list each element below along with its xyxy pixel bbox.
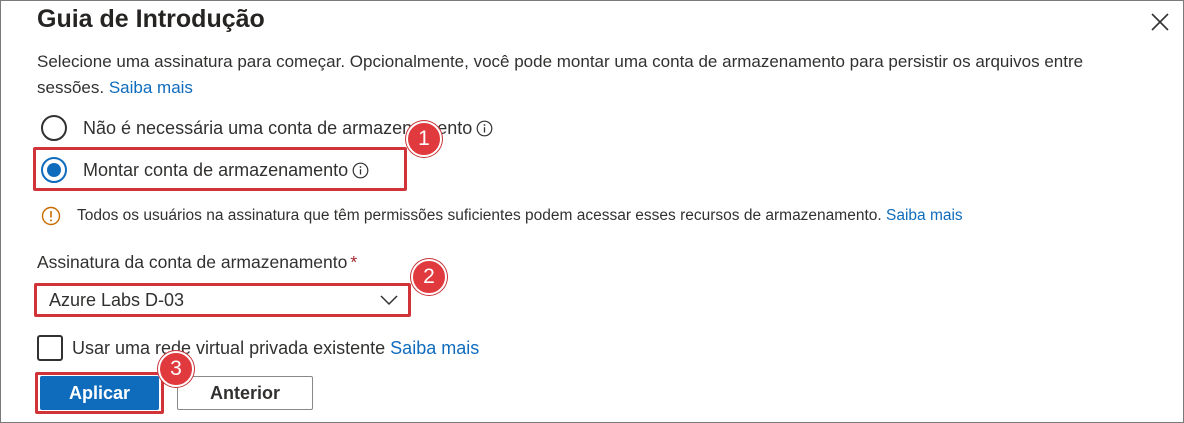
previous-button[interactable]: Anterior <box>177 376 313 410</box>
dialog-description: Selecione uma assinatura para começar. O… <box>37 49 1117 101</box>
storage-access-warning: Todos os usuários na assinatura que têm … <box>41 206 963 226</box>
vnet-label-text: Usar uma rede virtual privada existente <box>72 337 386 358</box>
highlight-box-subscription <box>34 283 411 317</box>
subscription-label-text: Assinatura da conta de armazenamento <box>37 252 348 272</box>
close-icon[interactable] <box>1149 11 1171 33</box>
info-icon[interactable] <box>476 120 493 137</box>
vnet-checkbox[interactable] <box>37 335 63 361</box>
warning-message: Todos os usuários na assinatura que têm … <box>77 207 882 224</box>
required-marker: * <box>350 252 358 272</box>
callout-badge-3: 3 <box>158 351 194 387</box>
subscription-field-label: Assinatura da conta de armazenamento * <box>37 252 357 273</box>
warning-info-icon <box>41 206 61 226</box>
warning-text: Todos os usuários na assinatura que têm … <box>77 207 963 225</box>
description-text: Selecione uma assinatura para começar. O… <box>37 52 1084 97</box>
dialog-title: Guia de Introdução <box>37 5 265 33</box>
callout-badge-2: 2 <box>411 259 447 295</box>
highlight-box-mount-storage <box>33 147 407 191</box>
callout-badge-1: 1 <box>406 121 442 157</box>
vnet-learn-more-link[interactable]: Saiba mais <box>390 338 479 358</box>
vnet-checkbox-label: Usar uma rede virtual privada existente … <box>72 338 479 359</box>
radio-button-no-storage[interactable] <box>41 115 67 141</box>
highlight-box-apply <box>35 372 164 414</box>
vnet-checkbox-row: Usar uma rede virtual privada existente … <box>37 335 479 361</box>
learn-more-link[interactable]: Saiba mais <box>109 78 193 97</box>
getting-started-dialog: Guia de Introdução Selecione uma assinat… <box>0 0 1184 423</box>
warning-learn-more-link[interactable]: Saiba mais <box>886 207 963 224</box>
